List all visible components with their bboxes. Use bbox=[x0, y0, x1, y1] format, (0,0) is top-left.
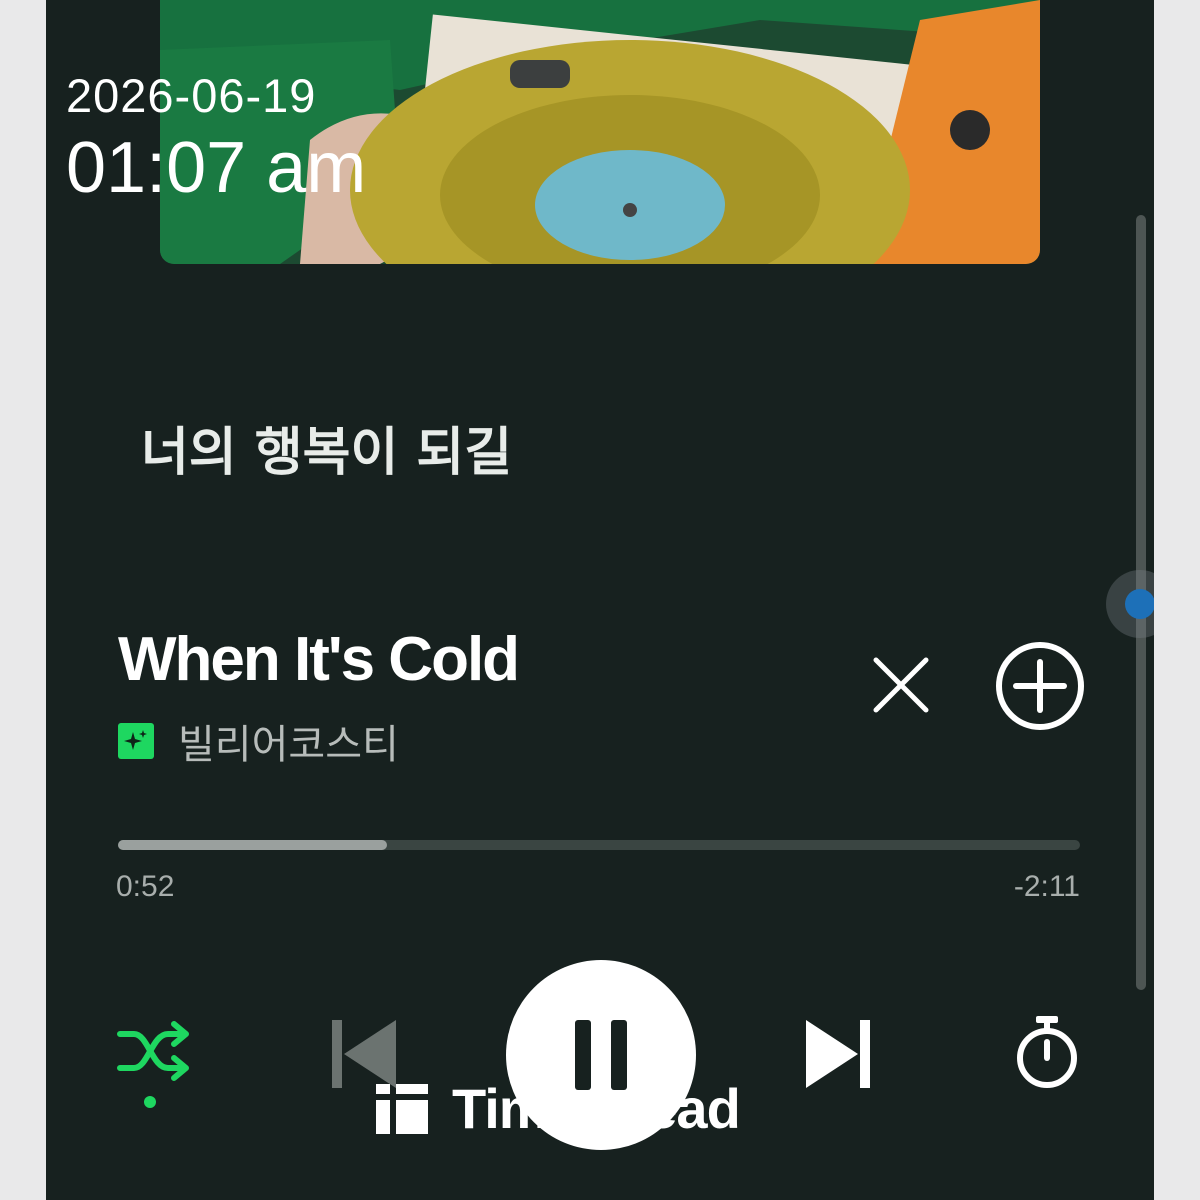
shuffle-icon bbox=[117, 1021, 189, 1108]
remaining-time: -2:11 bbox=[1013, 870, 1080, 903]
scroll-handle-dot bbox=[1125, 589, 1154, 619]
watermark-logo-icon bbox=[376, 1083, 428, 1134]
timestamp-overlay: 2026-06-19 01:07 am bbox=[66, 69, 367, 209]
pause-icon bbox=[575, 1020, 627, 1090]
sparkle-badge-icon bbox=[118, 723, 154, 759]
remove-button[interactable] bbox=[868, 652, 934, 718]
overlay-date: 2026-06-19 bbox=[66, 69, 317, 122]
scroll-handle[interactable] bbox=[1106, 570, 1154, 638]
add-to-library-button[interactable] bbox=[994, 640, 1086, 732]
skip-next-icon bbox=[806, 1020, 870, 1088]
overlay-time: 01:07 am bbox=[66, 128, 367, 208]
artist-name[interactable]: 빌리어코스티 bbox=[178, 712, 399, 770]
add-circle-icon bbox=[996, 642, 1084, 730]
now-playing-screen: 2026-06-19 01:07 am 너의 행복이 되길 When It's … bbox=[46, 0, 1154, 1200]
shuffle-button[interactable] bbox=[116, 1020, 192, 1112]
progress-bar[interactable] bbox=[118, 840, 1080, 850]
skip-previous-icon bbox=[332, 1020, 396, 1088]
stopwatch-icon bbox=[1017, 1016, 1077, 1088]
play-pause-button[interactable] bbox=[506, 960, 696, 1150]
next-button[interactable] bbox=[802, 1018, 872, 1090]
current-lyric-line: 너의 행복이 되길 bbox=[141, 423, 513, 483]
close-icon bbox=[873, 657, 929, 713]
artist-row[interactable]: 빌리어코스티 bbox=[118, 712, 399, 770]
previous-button[interactable] bbox=[330, 1018, 400, 1090]
elapsed-time: 0:52 bbox=[116, 870, 175, 903]
track-title[interactable]: When It's Cold bbox=[118, 624, 520, 695]
sleep-timer-button[interactable] bbox=[1014, 1014, 1080, 1090]
progress-bar-fill bbox=[118, 840, 388, 850]
